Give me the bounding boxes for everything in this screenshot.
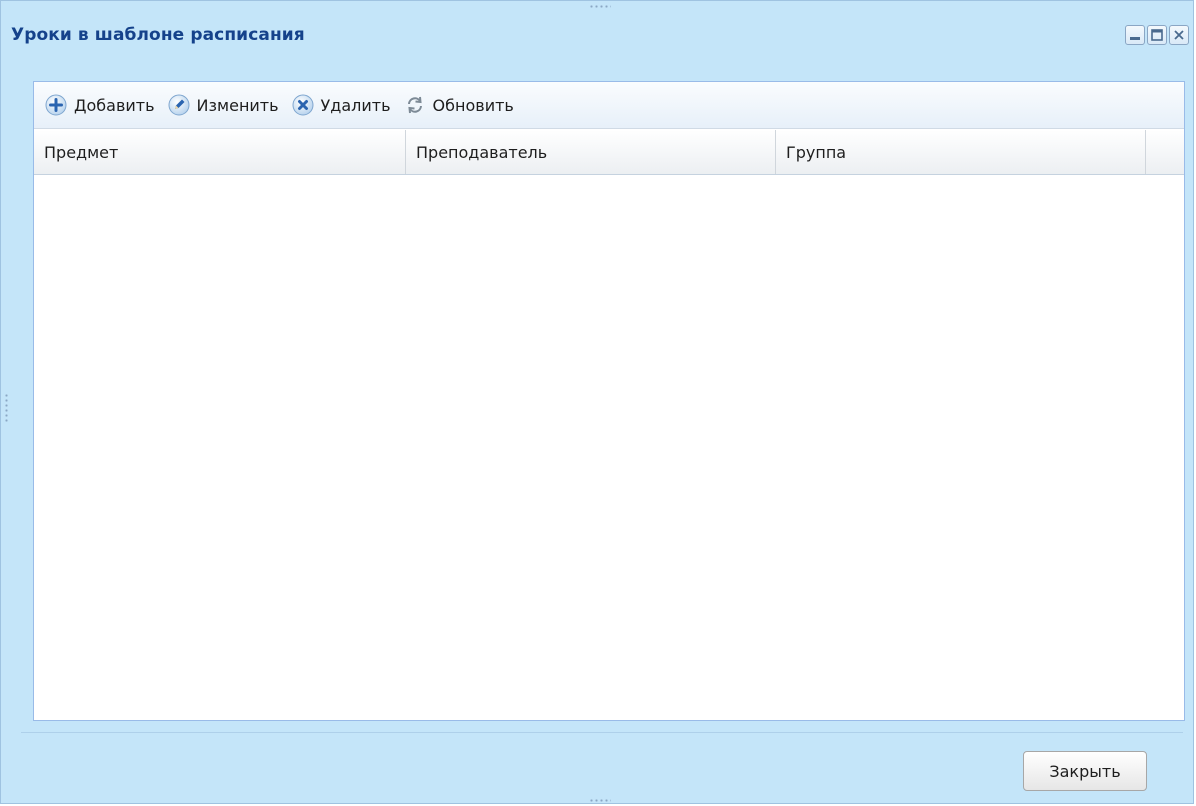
- column-header-group-label: Группа: [786, 142, 847, 162]
- close-icon: [1174, 30, 1184, 40]
- window-titlebar[interactable]: Уроки в шаблоне расписания: [9, 9, 1193, 69]
- dialog-window: Уроки в шаблоне расписания Добавить Изме…: [0, 0, 1194, 804]
- grid-toolbar: Добавить Изменить Удалить Обновить: [34, 82, 1184, 129]
- add-button-label: Добавить: [74, 95, 155, 115]
- lessons-panel: Добавить Изменить Удалить Обновить Предм…: [33, 81, 1185, 721]
- column-header-subject-label: Предмет: [44, 142, 119, 162]
- edit-button-label: Изменить: [196, 95, 279, 115]
- column-header-group[interactable]: Группа: [776, 130, 1146, 174]
- minimize-button[interactable]: [1125, 25, 1145, 45]
- column-header-teacher-label: Преподаватель: [416, 142, 548, 162]
- add-button[interactable]: Добавить: [44, 89, 161, 121]
- pencil-icon: [167, 93, 191, 117]
- column-header-filler: [1146, 130, 1184, 174]
- maximize-icon: [1151, 29, 1163, 41]
- delete-button-label: Удалить: [320, 95, 391, 115]
- resize-handle-left[interactable]: [5, 393, 8, 423]
- window-title: Уроки в шаблоне расписания: [11, 25, 305, 45]
- window-controls: [1125, 25, 1189, 45]
- refresh-button[interactable]: Обновить: [403, 89, 520, 121]
- close-dialog-button[interactable]: Закрыть: [1023, 751, 1147, 791]
- grid-body[interactable]: [34, 175, 1184, 720]
- column-header-subject[interactable]: Предмет: [34, 130, 406, 174]
- edit-button[interactable]: Изменить: [167, 89, 285, 121]
- footer-divider: [21, 732, 1183, 733]
- close-button[interactable]: [1169, 25, 1189, 45]
- maximize-button[interactable]: [1147, 25, 1167, 45]
- resize-handle-bottom[interactable]: [589, 799, 611, 802]
- close-dialog-button-label: Закрыть: [1049, 761, 1121, 781]
- delete-icon: [291, 93, 315, 117]
- add-icon: [44, 93, 68, 117]
- refresh-icon: [403, 93, 427, 117]
- resize-handle-top[interactable]: [589, 5, 611, 8]
- grid-header: Предмет Преподаватель Группа: [34, 130, 1184, 175]
- minimize-icon: [1130, 37, 1140, 40]
- delete-button[interactable]: Удалить: [291, 89, 397, 121]
- column-header-teacher[interactable]: Преподаватель: [406, 130, 776, 174]
- refresh-button-label: Обновить: [432, 95, 514, 115]
